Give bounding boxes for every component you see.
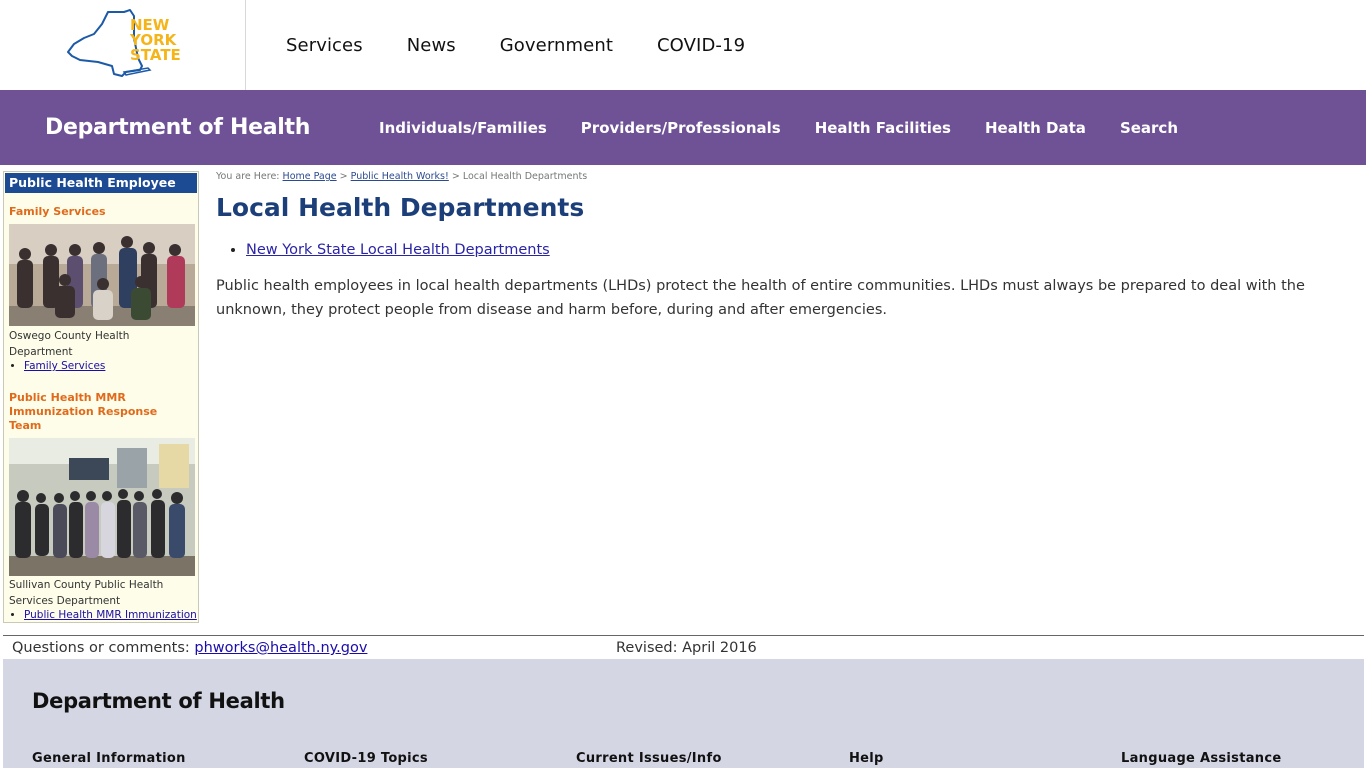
sidebar-section-title: Family Services [9,205,106,218]
breadcrumb-prefix: You are Here: [216,171,280,182]
sidebar: Public Health Employee Family Services O… [3,171,199,623]
footer-col-language-assistance[interactable]: Language Assistance [1121,751,1282,766]
agency-nav-providers-professionals[interactable]: Providers/Professionals [581,119,781,137]
footer-col-help[interactable]: Help [849,751,884,766]
footer-col-covid-19-topics[interactable]: COVID-19 Topics [304,751,428,766]
contact-email-link[interactable]: phworks@health.ny.gov [194,640,367,656]
agency-nav-health-facilities[interactable]: Health Facilities [815,119,951,137]
logo-word-state: STATE [130,46,181,64]
global-nav: Services News Government COVID-19 [286,0,789,90]
global-header: NEW YORK STATE Services News Government … [0,0,1366,90]
group-photo-sullivan [9,438,195,576]
sidebar-link-list: Public Health MMR Immunization Response … [4,609,198,622]
page-footer: Questions or comments: phworks@health.ny… [3,635,1364,660]
nys-logo[interactable]: NEW YORK STATE [64,8,182,80]
new-york-state-map-icon: NEW YORK STATE [67,9,181,77]
photo-caption: Oswego County Health Department [9,330,130,358]
site-footer: Department of Health General Information… [3,659,1364,768]
sidebar-link-list: Family Services [4,360,198,373]
page-title: Local Health Departments [216,193,585,222]
footer-agency-title: Department of Health [32,689,285,713]
group-photo-oswego [9,224,195,326]
footer-col-current-issues[interactable]: Current Issues/Info [576,751,722,766]
breadcrumb: You are Here: Home Page > Public Health … [216,171,1346,183]
questions-line: Questions or comments: phworks@health.ny… [12,636,367,660]
sidebar-link-mmr-team[interactable]: Public Health MMR Immunization Response … [24,609,197,622]
nys-lhd-link[interactable]: New York State Local Health Departments [246,242,550,258]
nav-news[interactable]: News [407,35,456,56]
photo-caption: Sullivan County Public Health Services D… [9,579,164,607]
list-item: Family Services [24,360,198,373]
list-item: Public Health MMR Immunization Response … [24,609,198,622]
breadcrumb-separator: > [451,171,460,182]
breadcrumb-current: Local Health Departments [462,171,588,182]
agency-nav-health-data[interactable]: Health Data [985,119,1086,137]
nav-covid-19[interactable]: COVID-19 [657,35,745,56]
intro-paragraph: Public health employees in local health … [216,278,1305,318]
list-item: New York State Local Health Departments [246,240,1346,260]
main-content: You are Here: Home Page > Public Health … [216,171,1346,322]
sidebar-heading: Public Health Employee [5,173,197,193]
agency-nav-search[interactable]: Search [1120,119,1178,137]
breadcrumb-separator: > [339,171,348,182]
questions-label: Questions or comments: [12,640,190,656]
breadcrumb-public-health-works[interactable]: Public Health Works! [351,171,449,182]
footer-col-general-information[interactable]: General Information [32,751,186,766]
agency-title[interactable]: Department of Health [45,90,310,165]
agency-bar: Department of Health Individuals/Familie… [0,90,1366,165]
sidebar-link-family-services[interactable]: Family Services [24,360,105,372]
agency-nav: Individuals/Families Providers/Professio… [379,90,1212,165]
revised-date: Revised: April 2016 [616,640,757,656]
header-divider [245,0,246,90]
content-link-list: New York State Local Health Departments [216,240,1346,260]
footer-columns: General Information COVID-19 Topics Curr… [32,751,1352,769]
nav-government[interactable]: Government [500,35,613,56]
breadcrumb-home[interactable]: Home Page [283,171,337,182]
agency-nav-individuals-families[interactable]: Individuals/Families [379,119,547,137]
sidebar-section-title: Public Health MMR Immunization Response … [9,391,158,432]
nav-services[interactable]: Services [286,35,363,56]
